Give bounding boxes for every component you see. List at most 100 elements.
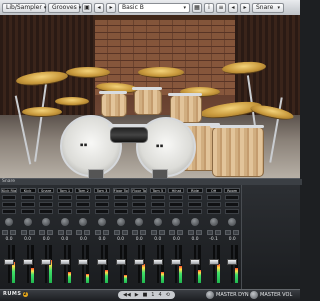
instrument-selector[interactable]: Snare ▾ — [252, 2, 284, 13]
channel-name[interactable]: OH — [205, 188, 222, 193]
insert-slot[interactable] — [2, 195, 16, 200]
channel-name[interactable]: Ride — [187, 188, 203, 193]
channel-name[interactable]: Tom 2 — [75, 188, 92, 193]
save-icon[interactable]: ▣ — [82, 2, 92, 13]
solo-button[interactable] — [233, 230, 240, 235]
channel-name[interactable]: Floor Tom 2 — [131, 188, 148, 193]
insert-slot[interactable] — [57, 195, 72, 200]
grooves-dropdown[interactable]: Grooves ▾ — [48, 2, 81, 13]
insert-slot[interactable] — [20, 195, 35, 200]
channel-name[interactable]: Tom 3 — [94, 188, 110, 193]
rack-tom-2[interactable] — [134, 89, 162, 115]
next-instrument-icon[interactable]: ▸ — [240, 2, 250, 13]
insert-slot[interactable] — [20, 202, 35, 207]
channel-name[interactable]: Floor Tom 1 — [112, 188, 129, 193]
channel-name[interactable]: Hihat — [168, 188, 185, 193]
insert-slot[interactable] — [206, 209, 221, 214]
pan-knob[interactable] — [116, 218, 125, 226]
insert-slot[interactable] — [188, 209, 202, 214]
insert-slot[interactable] — [132, 195, 147, 200]
volume-fader[interactable] — [134, 259, 145, 266]
mute-button[interactable] — [39, 230, 46, 235]
mute-button[interactable] — [225, 230, 232, 235]
pan-knob[interactable] — [23, 218, 32, 226]
solo-button[interactable] — [177, 230, 184, 235]
solo-button[interactable] — [10, 230, 16, 235]
stop-icon[interactable]: ■ — [143, 292, 148, 298]
splash-cymbal-small[interactable] — [55, 97, 89, 106]
splash-cymbal[interactable] — [66, 67, 110, 78]
mute-button[interactable] — [57, 230, 64, 235]
insert-slot[interactable] — [150, 202, 165, 207]
mute-button[interactable] — [206, 230, 213, 235]
insert-slot[interactable] — [39, 209, 54, 214]
solo-button[interactable] — [65, 230, 72, 235]
pan-knob[interactable] — [228, 218, 237, 226]
mute-button[interactable] — [169, 230, 176, 235]
insert-slot[interactable] — [206, 202, 221, 207]
solo-button[interactable] — [28, 230, 35, 235]
channel-name[interactable]: Tom 5 — [149, 188, 166, 193]
insert-slot[interactable] — [20, 209, 35, 214]
solo-button[interactable] — [158, 230, 165, 235]
insert-slot[interactable] — [169, 195, 184, 200]
lib-sampler-dropdown[interactable]: Lib/Sampler ▾ — [2, 2, 46, 13]
prev-instrument-icon[interactable]: ◂ — [228, 2, 238, 13]
insert-slot[interactable] — [95, 202, 109, 207]
pan-knob[interactable] — [98, 218, 106, 226]
rewind-icon[interactable]: ◀◀ — [123, 292, 131, 298]
insert-slot[interactable] — [95, 195, 109, 200]
master-dyn-knob[interactable] — [206, 291, 214, 299]
insert-slot[interactable] — [76, 195, 91, 200]
channel-name[interactable]: Kick Right — [1, 188, 17, 193]
volume-fader[interactable] — [190, 259, 200, 266]
volume-fader[interactable] — [227, 259, 238, 266]
loop-icon[interactable]: ⟲ — [166, 292, 170, 298]
solo-button[interactable] — [47, 230, 54, 235]
pan-knob[interactable] — [5, 218, 13, 226]
insert-slot[interactable] — [113, 209, 128, 214]
insert-slot[interactable] — [2, 209, 16, 214]
insert-slot[interactable] — [169, 202, 184, 207]
volume-fader[interactable] — [115, 259, 126, 266]
insert-slot[interactable] — [169, 209, 184, 214]
mute-button[interactable] — [95, 230, 101, 235]
pan-knob[interactable] — [153, 218, 162, 226]
insert-slot[interactable] — [188, 195, 202, 200]
solo-button[interactable] — [103, 230, 109, 235]
insert-slot[interactable] — [225, 195, 240, 200]
pan-knob[interactable] — [42, 218, 51, 226]
crash-cymbal-center[interactable] — [138, 67, 184, 78]
hihat-cymbal[interactable] — [22, 107, 62, 117]
pan-knob[interactable] — [191, 218, 199, 226]
insert-slot[interactable] — [206, 195, 221, 200]
insert-slot[interactable] — [113, 202, 128, 207]
insert-slot[interactable] — [113, 195, 128, 200]
mute-button[interactable] — [132, 230, 139, 235]
mute-button[interactable] — [188, 230, 194, 235]
solo-button[interactable] — [140, 230, 147, 235]
volume-fader[interactable] — [41, 259, 52, 266]
insert-slot[interactable] — [225, 202, 240, 207]
insert-slot[interactable] — [225, 209, 240, 214]
volume-fader[interactable] — [78, 259, 89, 266]
pan-knob[interactable] — [135, 218, 144, 226]
channel-name[interactable]: Tom 1 — [56, 188, 73, 193]
solo-button[interactable] — [84, 230, 91, 235]
volume-fader[interactable] — [171, 259, 182, 266]
insert-slot[interactable] — [39, 195, 54, 200]
insert-slot[interactable] — [76, 209, 91, 214]
mute-button[interactable] — [20, 230, 27, 235]
solo-button[interactable] — [214, 230, 221, 235]
channel-name[interactable]: Room — [224, 188, 241, 193]
insert-slot[interactable] — [76, 202, 91, 207]
volume-fader[interactable] — [97, 259, 107, 266]
pan-knob[interactable] — [209, 218, 218, 226]
preset-selector[interactable]: Basic B ▾ — [118, 2, 190, 13]
volume-fader[interactable] — [4, 259, 14, 266]
insert-slot[interactable] — [95, 209, 109, 214]
mute-button[interactable] — [150, 230, 157, 235]
prev-preset-icon[interactable]: ◂ — [94, 2, 104, 13]
rack-tom-1[interactable] — [101, 93, 127, 117]
volume-fader[interactable] — [59, 259, 70, 266]
